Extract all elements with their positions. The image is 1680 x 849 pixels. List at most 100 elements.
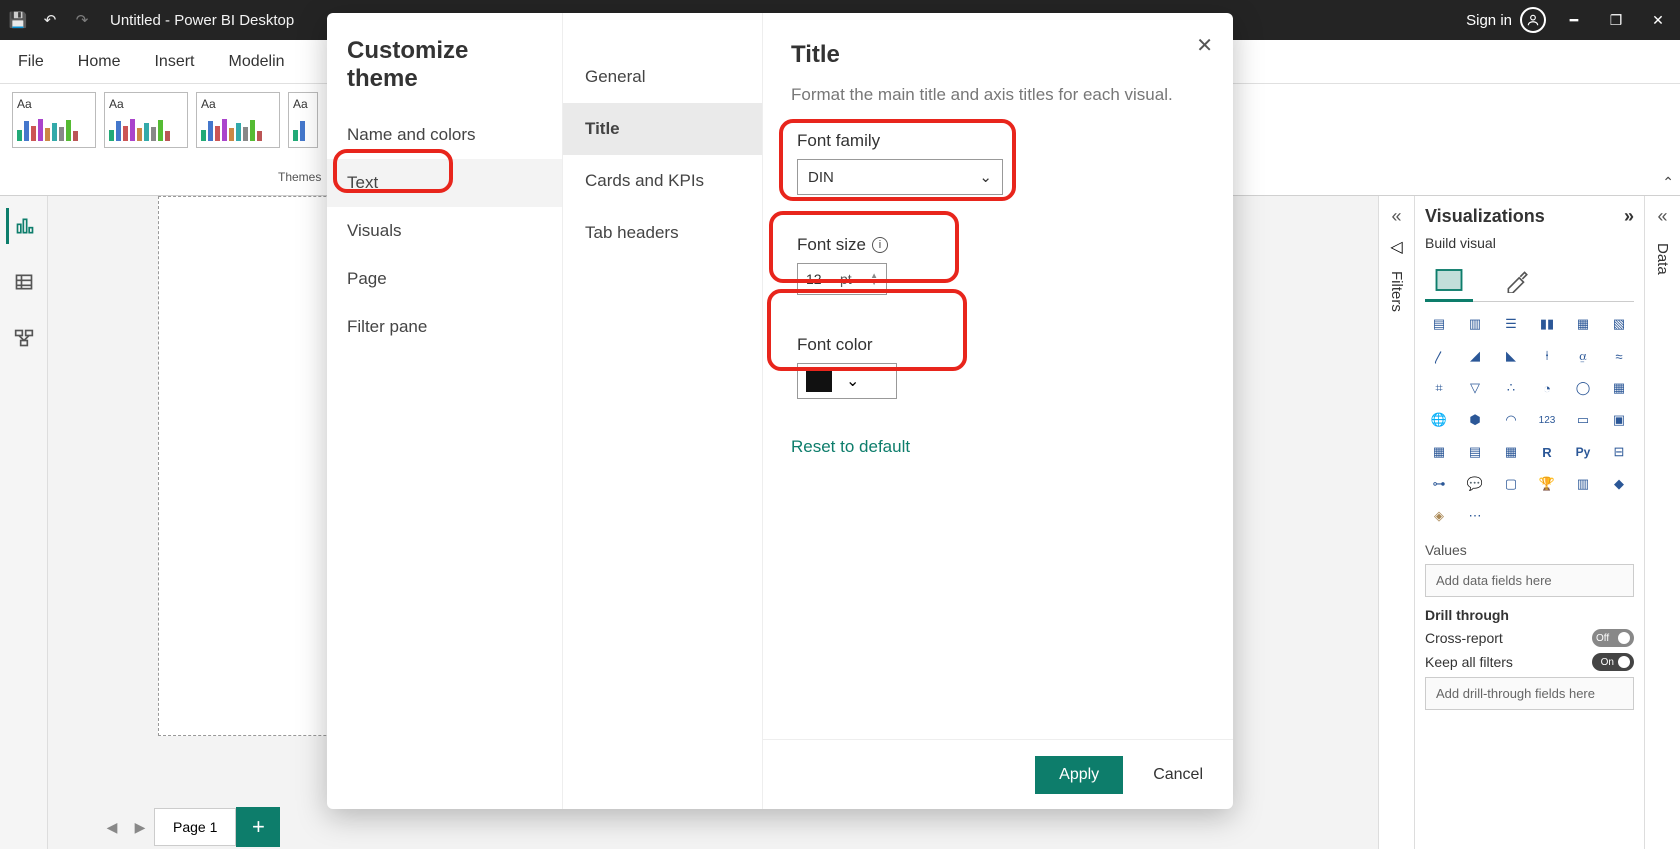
ribbon-expand-icon[interactable]: ⌃ — [1662, 174, 1674, 191]
stacked-bar-icon[interactable]: ▤ — [1425, 312, 1453, 336]
info-icon[interactable]: i — [872, 237, 888, 253]
goals-icon[interactable]: 🏆 — [1533, 472, 1561, 496]
pie-icon[interactable]: ◔ — [1533, 376, 1561, 400]
page-tabs: ◀ ▶ Page 1 + — [98, 805, 280, 849]
decomposition-icon[interactable]: ⊶ — [1425, 472, 1453, 496]
theme-thumb[interactable]: Aa — [104, 92, 188, 148]
modal-subnav-tab-headers[interactable]: Tab headers — [563, 207, 762, 259]
add-page-button[interactable]: + — [236, 807, 280, 847]
filters-panel-collapsed[interactable]: « ◁ Filters — [1378, 196, 1414, 849]
power-automate-icon[interactable]: ◈ — [1425, 504, 1453, 528]
ribbon-tab-insert[interactable]: Insert — [154, 53, 194, 71]
modal-footer: Apply Cancel — [763, 739, 1233, 809]
keep-filters-toggle[interactable]: On — [1592, 653, 1634, 671]
modal-subnav-general[interactable]: General — [563, 51, 762, 103]
clustered-column-icon[interactable]: ▮▮ — [1533, 312, 1561, 336]
donut-icon[interactable]: ◯ — [1569, 376, 1597, 400]
font-color-group: Font color ⌄ — [791, 329, 1201, 409]
data-panel-label: Data — [1654, 243, 1671, 275]
save-icon[interactable]: 💾 — [8, 10, 28, 30]
close-dialog-button[interactable]: ✕ — [1196, 33, 1213, 58]
ribbon-tab-modeling[interactable]: Modelin — [228, 53, 284, 71]
page-tab-1[interactable]: Page 1 — [154, 808, 236, 846]
values-drop-zone[interactable]: Add data fields here — [1425, 564, 1634, 597]
sign-in-label: Sign in — [1466, 12, 1512, 29]
minimize-button[interactable]: ━ — [1560, 6, 1588, 34]
expand-filters-icon[interactable]: « — [1391, 206, 1401, 227]
maximize-button[interactable]: ❐ — [1602, 6, 1630, 34]
modal-section-desc: Format the main title and axis titles fo… — [791, 85, 1201, 105]
table-icon[interactable]: ▦ — [1497, 440, 1525, 464]
hundred-column-icon[interactable]: ▧ — [1605, 312, 1633, 336]
line-chart-icon[interactable]: 〳 — [1425, 344, 1453, 368]
page-next-button[interactable]: ▶ — [126, 819, 154, 836]
collapse-viz-icon[interactable]: » — [1624, 206, 1634, 227]
spinner-icon[interactable]: ▲▼ — [870, 272, 878, 286]
card-icon[interactable]: ▭ — [1569, 408, 1597, 432]
funnel-icon[interactable]: ▽ — [1461, 376, 1489, 400]
kpi-icon[interactable]: ▦ — [1425, 440, 1453, 464]
apply-button[interactable]: Apply — [1035, 756, 1123, 794]
line-clustered-icon[interactable]: ⍶ — [1569, 344, 1597, 368]
multi-card-icon[interactable]: ▣ — [1605, 408, 1633, 432]
theme-thumb[interactable]: Aa — [12, 92, 96, 148]
modal-nav-page[interactable]: Page — [327, 255, 562, 303]
modal-nav-text[interactable]: Text — [327, 159, 562, 207]
keep-filters-label: Keep all filters — [1425, 654, 1513, 670]
narrative-icon[interactable]: ▢ — [1497, 472, 1525, 496]
drill-through-drop-zone[interactable]: Add drill-through fields here — [1425, 677, 1634, 710]
modal-subnav-cards-kpis[interactable]: Cards and KPIs — [563, 155, 762, 207]
values-label: Values — [1425, 542, 1634, 558]
cancel-button[interactable]: Cancel — [1153, 766, 1203, 784]
build-visual-tab[interactable] — [1425, 259, 1473, 301]
cross-report-toggle[interactable]: Off — [1592, 629, 1634, 647]
line-column-icon[interactable]: ⍿ — [1533, 344, 1561, 368]
waterfall-icon[interactable]: ⌗ — [1425, 376, 1453, 400]
modal-nav-filter-pane[interactable]: Filter pane — [327, 303, 562, 351]
model-view-button[interactable] — [6, 320, 42, 356]
gauge-icon[interactable]: 123 — [1533, 408, 1561, 432]
slicer-icon[interactable]: ▤ — [1461, 440, 1489, 464]
modal-nav-name-colors[interactable]: Name and colors — [327, 111, 562, 159]
paginated-icon[interactable]: ▥ — [1569, 472, 1597, 496]
area-chart-icon[interactable]: ◢ — [1461, 344, 1489, 368]
azure-map-icon[interactable]: ◠ — [1497, 408, 1525, 432]
font-size-input[interactable]: 12 pt ▲▼ — [797, 263, 887, 295]
filled-map-icon[interactable]: ⬢ — [1461, 408, 1489, 432]
modal-nav-visuals[interactable]: Visuals — [327, 207, 562, 255]
stacked-area-icon[interactable]: ◣ — [1497, 344, 1525, 368]
more-visuals-icon[interactable]: ⋯ — [1461, 504, 1489, 528]
modal-subnav-title[interactable]: Title — [563, 103, 762, 155]
themes-gallery[interactable]: Aa Aa Aa Aa — [12, 92, 318, 148]
stacked-column-icon[interactable]: ▥ — [1461, 312, 1489, 336]
qa-icon[interactable]: 💬 — [1461, 472, 1489, 496]
treemap-icon[interactable]: ▦ — [1605, 376, 1633, 400]
r-visual-icon[interactable]: R — [1533, 440, 1561, 464]
theme-thumb[interactable]: Aa — [288, 92, 318, 148]
theme-thumb[interactable]: Aa — [196, 92, 280, 148]
ribbon-chart-icon[interactable]: ≈ — [1605, 344, 1633, 368]
clustered-bar-icon[interactable]: ☰ — [1497, 312, 1525, 336]
close-window-button[interactable]: ✕ — [1644, 6, 1672, 34]
power-apps-icon[interactable]: ◆ — [1605, 472, 1633, 496]
key-influencers-icon[interactable]: ⊟ — [1605, 440, 1633, 464]
redo-icon[interactable]: ↷ — [72, 10, 92, 30]
sign-in-button[interactable]: Sign in — [1466, 7, 1546, 33]
report-view-button[interactable] — [6, 208, 42, 244]
scatter-icon[interactable]: ∴ — [1497, 376, 1525, 400]
font-color-picker[interactable]: ⌄ — [797, 363, 897, 399]
reset-to-default-link[interactable]: Reset to default — [791, 437, 1201, 457]
view-switcher — [0, 196, 48, 849]
undo-icon[interactable]: ↶ — [40, 10, 60, 30]
ribbon-tab-home[interactable]: Home — [78, 53, 121, 71]
page-prev-button[interactable]: ◀ — [98, 819, 126, 836]
py-visual-icon[interactable]: Py — [1569, 440, 1597, 464]
expand-data-icon[interactable]: « — [1657, 206, 1667, 227]
data-panel-collapsed[interactable]: « Data — [1644, 196, 1680, 849]
ribbon-tab-file[interactable]: File — [18, 53, 44, 71]
font-family-select[interactable]: DIN ⌄ — [797, 159, 1003, 195]
table-view-button[interactable] — [6, 264, 42, 300]
format-visual-tab[interactable] — [1493, 259, 1541, 301]
hundred-bar-icon[interactable]: ▦ — [1569, 312, 1597, 336]
map-icon[interactable]: 🌐 — [1425, 408, 1453, 432]
